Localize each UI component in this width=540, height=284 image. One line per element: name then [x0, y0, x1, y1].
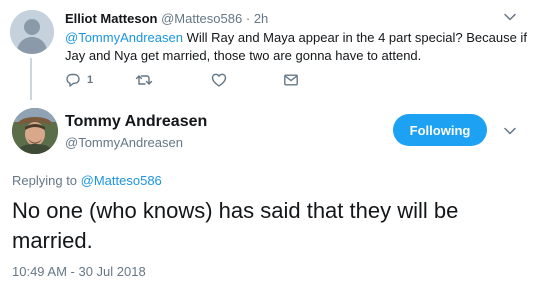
mention-link[interactable]: @TommyAndreasen — [65, 30, 183, 45]
parent-author-name[interactable]: Elliot Matteson — [65, 11, 157, 26]
reply-button[interactable]: 1 — [65, 70, 93, 90]
parent-tweet[interactable]: Elliot Matteson @Matteso586 · 2h @TommyA… — [0, 0, 540, 100]
direct-message-icon — [284, 74, 298, 86]
replying-prefix: Replying to — [12, 173, 81, 188]
parent-tweet-header: Elliot Matteson @Matteso586 · 2h — [65, 11, 268, 26]
retweet-icon — [135, 75, 153, 85]
replying-to-line: Replying to @Matteso586 — [12, 173, 162, 188]
following-button[interactable]: Following — [393, 114, 487, 146]
retweet-button[interactable] — [135, 70, 153, 90]
parent-time-ago[interactable]: 2h — [254, 11, 268, 26]
like-button[interactable] — [211, 70, 227, 90]
tweet-timestamp[interactable]: 10:49 AM - 30 Jul 2018 — [12, 264, 146, 279]
reply-icon — [66, 73, 80, 87]
default-profile-icon — [10, 10, 54, 54]
author-name[interactable]: Tommy Andreasen — [65, 113, 207, 131]
direct-message-button[interactable] — [283, 70, 299, 90]
default-avatar[interactable] — [10, 10, 54, 54]
tweet-text: No one (who knows) has said that they wi… — [12, 198, 459, 253]
replying-to-mention[interactable]: @Matteso586 — [81, 173, 162, 188]
author-avatar[interactable] — [12, 108, 58, 154]
parent-action-bar: 1 — [65, 70, 365, 90]
parent-author-handle[interactable]: @Matteso586 — [161, 11, 242, 26]
reply-count: 1 — [87, 74, 94, 86]
header-separator: · — [245, 11, 251, 26]
parent-tweet-text: @TommyAndreasen Will Ray and Maya appear… — [65, 29, 530, 65]
chevron-down-icon[interactable] — [503, 10, 517, 24]
chevron-down-icon[interactable] — [503, 124, 517, 138]
like-icon — [211, 73, 227, 87]
thread-connector-line — [30, 58, 32, 100]
author-handle[interactable]: @TommyAndreasen — [65, 135, 183, 150]
profile-photo — [12, 108, 58, 154]
